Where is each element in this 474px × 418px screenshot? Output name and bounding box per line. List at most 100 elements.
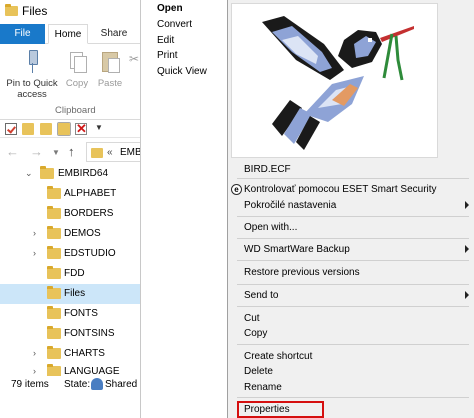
breadcrumb[interactable]: EMBIRD [120,147,140,158]
menu-item-rename[interactable]: Rename [228,379,474,397]
collapsed-chevron-icon[interactable]: › [33,228,36,238]
paste-label: Paste [97,78,123,89]
folder-icon[interactable] [57,122,71,136]
navigation-bar: ← → ▼ ↑ « EMBIRD [0,140,140,164]
customize-dropdown-icon[interactable]: ▼ [95,123,103,135]
menu-separator [237,284,469,285]
properties-check-icon[interactable] [5,123,17,135]
menu-separator [237,306,469,307]
folder-icon [40,166,54,179]
tree-node-selected[interactable]: Files [0,284,140,304]
tree-label: BORDERS [64,208,114,219]
viewer-submenu: Open Convert Edit Print Quick View [141,0,235,158]
tree-label: FDD [64,268,85,279]
chevron-right-icon [465,291,469,299]
context-menu: BIRD.ECF e Kontrolovať pomocou ESET Smar… [227,0,474,418]
ribbon-tabs: File Home Share [0,24,140,44]
hummingbird-image [262,16,414,150]
tab-share[interactable]: Share [92,24,136,44]
collapsed-chevron-icon[interactable]: › [33,366,36,376]
paste-icon [100,50,120,74]
copy-button[interactable]: Copy [64,50,90,89]
pin-label-line2: access [17,89,47,100]
explorer-window: Files File Home Share Pin to Quick acces… [0,0,141,418]
shared-users-icon [91,378,103,390]
pin-to-quick-access-button[interactable]: Pin to Quick access [3,50,61,100]
breadcrumb-chevron-icon[interactable]: « [107,147,113,158]
menu-item-open-with[interactable]: Open with... [228,219,474,237]
ribbon-home: Pin to Quick access Copy Paste ✂ Clipboa… [0,44,140,120]
properties-highlight-box [237,401,324,418]
menu-label: WD SmartWare Backup [244,244,350,255]
title-bar: Files [0,0,140,24]
quick-access-toolbar: ✕ ▼ [0,120,140,138]
file-name: BIRD.ECF [244,164,291,175]
menu-separator [237,238,469,239]
status-bar: 79 items State: Shared [0,376,140,394]
menu-label: Open with... [244,222,298,233]
menu-item-quick-view[interactable]: Quick View [157,66,207,77]
menu-label: Send to [244,290,279,301]
item-count: 79 items [11,379,49,390]
menu-label: Cut [244,313,260,324]
clipboard-group-label: Clipboard [55,105,96,116]
new-folder-icon[interactable] [40,123,52,135]
tree-label: FONTS [64,308,98,319]
menu-item-edit[interactable]: Edit [157,35,174,46]
menu-label: Kontrolovať pomocou ESET Smart Security [244,184,437,195]
folder-icon [47,286,61,299]
collapsed-chevron-icon[interactable]: › [33,348,36,358]
forward-arrow-icon[interactable]: → [30,144,43,159]
chevron-right-icon [465,201,469,209]
tree-label: FONTSINS [64,328,115,339]
tree-node-root[interactable]: ⌄ EMBIRD64 [0,164,140,184]
tree-node[interactable]: › DEMOS [0,224,140,244]
tree-node[interactable]: FONTSINS [0,324,140,344]
menu-item-wd-backup[interactable]: WD SmartWare Backup [228,241,474,259]
tree-label: DEMOS [64,228,101,239]
pin-label-line1: Pin to Quick [6,78,58,89]
menu-label: Pokročilé nastavenia [244,200,337,211]
tree-node[interactable]: › EDSTUDIO [0,244,140,264]
tree-node[interactable]: › CHARTS [0,344,140,364]
tree-label: CHARTS [64,348,105,359]
delete-icon[interactable]: ✕ [75,122,87,135]
folder-icon[interactable] [22,123,34,135]
menu-separator [237,344,469,345]
menu-label: Rename [244,382,282,393]
menu-separator [237,216,469,217]
tab-file[interactable]: File [0,24,45,44]
menu-item-restore-previous-versions[interactable]: Restore previous versions [228,264,474,282]
collapsed-chevron-icon[interactable]: › [33,248,36,258]
tab-home[interactable]: Home [48,24,88,44]
tree-label: EDSTUDIO [64,248,116,259]
copy-label: Copy [65,78,89,89]
menu-separator [237,178,469,179]
cut-icon[interactable]: ✂ [129,52,139,66]
folder-icon [47,226,61,239]
menu-item-eset-advanced[interactable]: Pokročilé nastavenia [228,197,474,215]
paste-button[interactable]: Paste [95,50,125,89]
address-bar[interactable]: « EMBIRD [86,142,140,162]
tree-node[interactable]: FONTS [0,304,140,324]
expanded-chevron-icon[interactable]: ⌄ [25,168,33,179]
shared-status: Shared [105,379,138,390]
menu-item-print[interactable]: Print [157,50,178,61]
folder-icon [47,266,61,279]
window-title: Files [22,4,48,18]
folder-icon [47,186,61,199]
menu-item-convert[interactable]: Convert [157,19,192,30]
menu-item-send-to[interactable]: Send to [228,287,474,305]
tree-label: Files [64,288,86,299]
tree-node[interactable]: FDD [0,264,140,284]
menu-item-copy[interactable]: Copy [228,325,474,343]
folder-icon [47,246,61,259]
menu-item-open[interactable]: Open [157,3,183,14]
up-arrow-icon[interactable]: ↑ [68,144,75,159]
recent-locations-icon[interactable]: ▼ [52,148,60,157]
menu-label: Copy [244,328,268,339]
tree-node[interactable]: ALPHABET [0,184,140,204]
tree-node[interactable]: BORDERS [0,204,140,224]
state-label: State: [64,379,91,390]
back-arrow-icon[interactable]: ← [6,144,19,159]
